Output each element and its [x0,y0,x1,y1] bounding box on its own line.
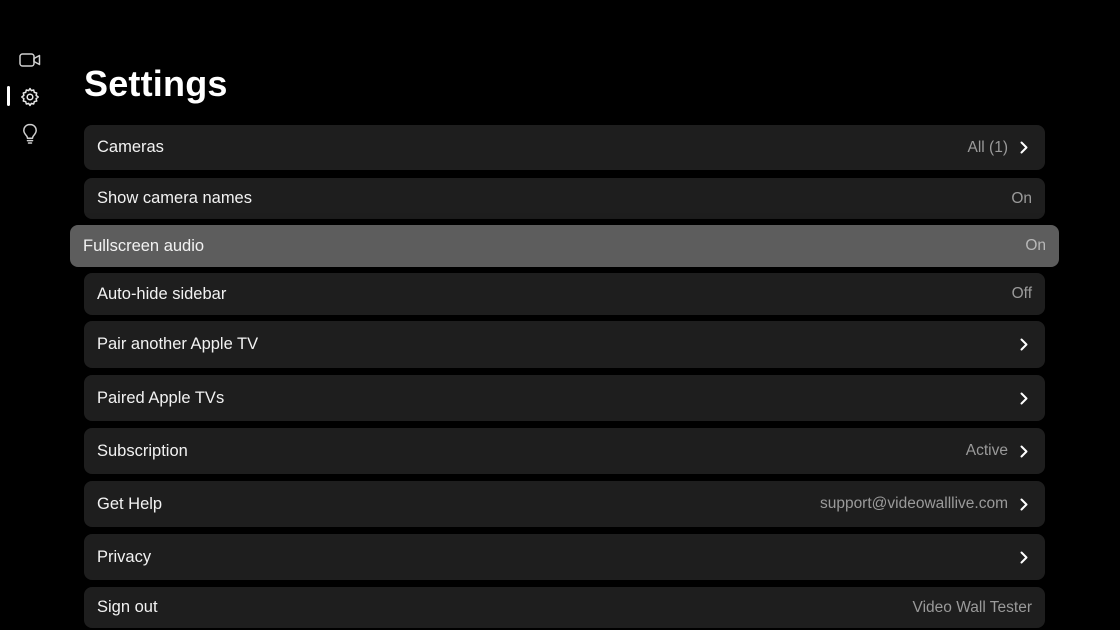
row-value: Active [965,442,1008,459]
row-label: Fullscreen audio [83,236,205,255]
settings-row-privacy[interactable]: Privacy [84,534,1045,580]
row-label: Paired Apple TVs [97,388,225,407]
chevron-right-icon [1016,549,1032,565]
settings-row-subscription[interactable]: Subscription Active [84,428,1045,474]
chevron-right-icon [1016,390,1032,406]
chevron-right-icon [1016,443,1032,459]
row-label: Show camera names [97,189,252,207]
chevron-right-icon [1016,337,1032,353]
settings-row-pair-another-apple-tv[interactable]: Pair another Apple TV [84,321,1045,368]
row-label: Auto-hide sidebar [97,284,227,303]
row-label: Pair another Apple TV [97,335,259,353]
row-label: Privacy [97,547,152,566]
row-value: support@videowalllive.com [819,495,1008,512]
settings-row-get-help[interactable]: Get Help support@videowalllive.com [84,481,1045,527]
settings-row-sign-out[interactable]: Sign out Video Wall Tester [84,587,1045,628]
settings-list: Cameras All (1) Show camera names On Ful… [0,0,1120,630]
chevron-right-icon [1016,140,1032,156]
settings-row-fullscreen-audio[interactable]: Fullscreen audio On [70,225,1059,267]
row-value: On [1025,237,1046,254]
row-label: Cameras [97,138,164,156]
settings-row-auto-hide-sidebar[interactable]: Auto-hide sidebar Off [84,273,1045,315]
row-label: Subscription [97,441,188,460]
settings-row-paired-apple-tvs[interactable]: Paired Apple TVs [84,375,1045,421]
settings-row-cameras[interactable]: Cameras All (1) [84,125,1045,170]
row-value: All (1) [967,138,1008,156]
row-label: Get Help [97,494,163,513]
settings-row-show-camera-names[interactable]: Show camera names On [84,178,1045,219]
chevron-right-icon [1016,496,1032,512]
row-value: Video Wall Tester [912,598,1032,616]
row-label: Sign out [97,598,158,616]
row-value: On [1011,189,1032,207]
row-value: Off [1011,285,1032,302]
